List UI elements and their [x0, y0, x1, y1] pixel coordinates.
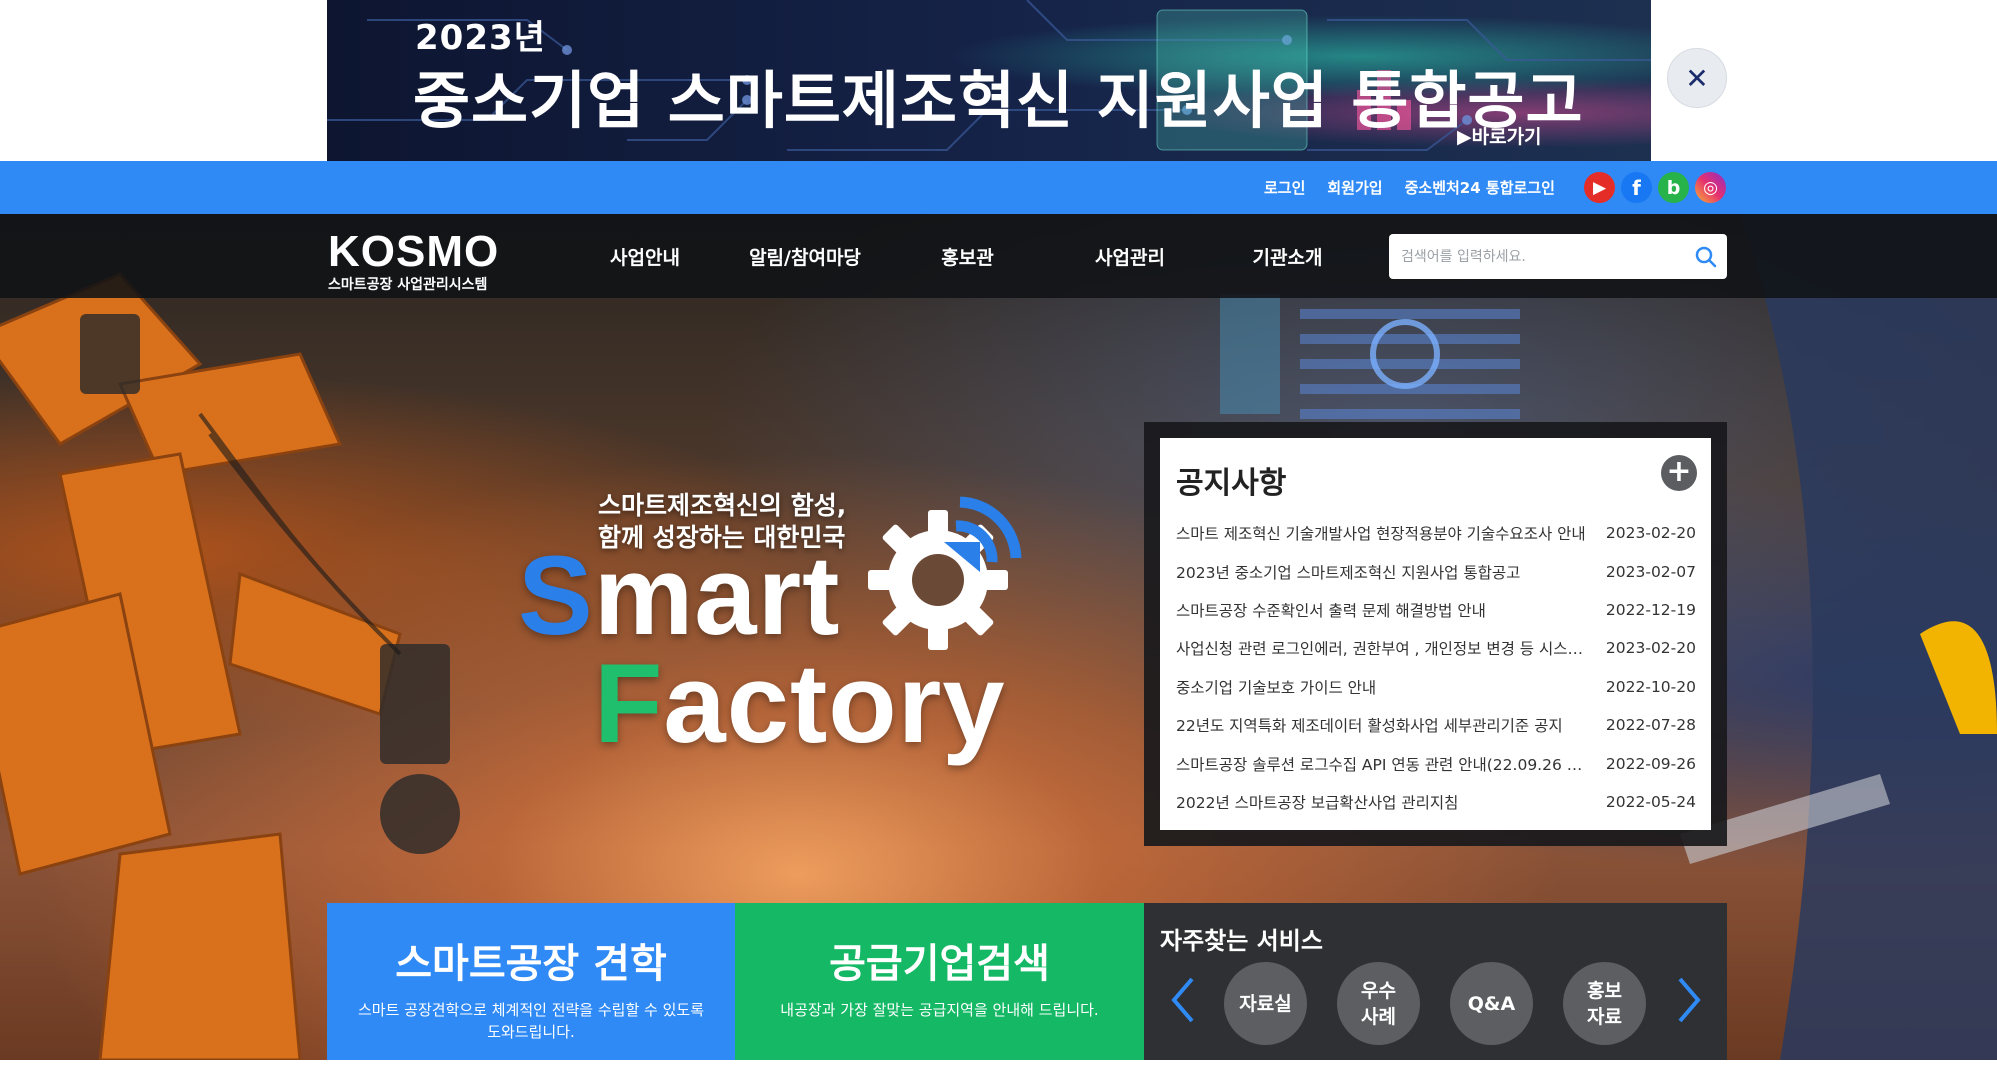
service-archive[interactable]: 자료실 [1224, 962, 1307, 1045]
notice-item-date: 2022-09-26 [1605, 754, 1696, 773]
supplier-search-title: 공급기업검색 [829, 941, 1050, 987]
factory-tour-title: 스마트공장 견학 [395, 941, 667, 987]
logo-text: KOSMO [328, 227, 500, 276]
youtube-icon[interactable]: ▶ [1584, 172, 1615, 203]
search-icon[interactable] [1693, 244, 1719, 270]
utility-links: 로그인 회원가입 중소벤처24 통합로그인 [1264, 161, 1555, 214]
search-input[interactable] [1389, 234, 1679, 279]
notice-item-title: 중소기업 기술보호 가이드 안내 [1176, 678, 1377, 697]
notice-list: 스마트 제조혁신 기술개발사업 현장적용분야 기술수요조사 안내 2023-02-… [1176, 514, 1696, 821]
global-nav: 사업안내 알림/참여마당 홍보관 사업관리 기관소개 [570, 214, 1360, 298]
notice-item-title: 2023년 중소기업 스마트제조혁신 지원사업 통합공고 [1176, 563, 1521, 582]
notice-item-date: 2023-02-20 [1605, 524, 1696, 543]
nav-business-info[interactable]: 사업안내 [570, 243, 720, 270]
notice-item[interactable]: 스마트 제조혁신 기술개발사업 현장적용분야 기술수요조사 안내 2023-02-… [1176, 514, 1696, 552]
notice-item-date: 2022-12-19 [1605, 600, 1696, 619]
service-pr-materials[interactable]: 홍보 자료 [1563, 962, 1646, 1045]
promo-title: 중소기업 스마트제조혁신 지원사업 통합공고 [413, 64, 1584, 137]
search-box [1389, 234, 1727, 279]
notice-item-date: 2023-02-20 [1605, 639, 1696, 658]
smart-wordmark: Smart [518, 540, 840, 652]
plus-icon[interactable]: + [1661, 455, 1697, 491]
facebook-icon[interactable]: f [1621, 172, 1652, 203]
gear-wifi-icon [868, 496, 1022, 650]
notice-panel: 공지사항 + 스마트 제조혁신 기술개발사업 현장적용분야 기술수요조사 안내 2… [1160, 438, 1711, 830]
close-icon[interactable]: ✕ [1667, 48, 1727, 108]
chevron-right-icon[interactable] [1672, 975, 1706, 1025]
main-navbar: KOSMO 스마트공장 사업관리시스템 사업안내 알림/참여마당 홍보관 사업관… [0, 214, 1997, 298]
frequent-services: 자주찾는 서비스 자료실 우수 사례 Q&A 홍보 자료 [1144, 903, 1727, 1060]
utility-bar: 로그인 회원가입 중소벤처24 통합로그인 ▶ f b ◎ [0, 161, 1997, 214]
nav-about[interactable]: 기관소개 [1215, 243, 1360, 270]
supplier-search-desc: 내공장과 가장 잘맞는 공급지역을 안내해 드립니다. [780, 1001, 1099, 1019]
factory-tour-card[interactable]: 스마트공장 견학 스마트 공장견학으로 체계적인 전략을 수립할 수 있도록 도… [327, 903, 735, 1060]
sns-links: ▶ f b ◎ [1584, 172, 1726, 203]
login-link[interactable]: 로그인 [1264, 177, 1305, 198]
notice-item-title: 스마트 제조혁신 기술개발사업 현장적용분야 기술수요조사 안내 [1176, 525, 1586, 544]
logo[interactable]: KOSMO 스마트공장 사업관리시스템 [328, 230, 499, 294]
notice-title: 공지사항 [1176, 466, 1287, 501]
smart-first-letter: S [518, 533, 594, 658]
smart-rest: mart [593, 533, 841, 658]
chevron-left-icon[interactable] [1166, 975, 1200, 1025]
notice-item-title: 스마트공장 수준확인서 출력 문제 해결방법 안내 [1176, 601, 1486, 620]
notice-item[interactable]: 사업신청 관련 로그인에러, 권한부여 , 개인정보 변경 등 시스템 문의 안… [1176, 629, 1696, 667]
notice-item-date: 2022-07-28 [1605, 716, 1696, 735]
integrated-login-link[interactable]: 중소벤처24 통합로그인 [1405, 177, 1555, 198]
promo-banner[interactable]: 2023년 중소기업 스마트제조혁신 지원사업 통합공고 ▶바로가기 [327, 0, 1651, 161]
factory-first-letter: F [594, 641, 664, 766]
slogan-line-1: 스마트제조혁신의 함성, [598, 491, 847, 520]
notice-item-title: 2022년 스마트공장 보급확산사업 관리지침 [1176, 793, 1459, 812]
notice-item[interactable]: 스마트공장 수준확인서 출력 문제 해결방법 안내 2022-12-19 [1176, 591, 1696, 629]
notice-item[interactable]: 2022년 스마트공장 보급확산사업 관리지침 2022-05-24 [1176, 783, 1696, 821]
notice-item-title: 스마트공장 솔루션 로그수집 API 연동 관련 안내(22.09.26 시행) [1176, 755, 1586, 774]
service-items: 자료실 우수 사례 Q&A 홍보 자료 [1224, 962, 1646, 1045]
factory-wordmark: Factory [594, 648, 1006, 760]
nav-promotion[interactable]: 홍보관 [890, 243, 1045, 270]
factory-tour-desc: 스마트 공장견학으로 체계적인 전략을 수립할 수 있도록 도와드립니다. [357, 1001, 704, 1041]
blog-icon[interactable]: b [1658, 172, 1689, 203]
notice-item[interactable]: 2023년 중소기업 스마트제조혁신 지원사업 통합공고 2023-02-07 [1176, 552, 1696, 590]
notice-item-title: 22년도 지역특화 제조데이터 활성화사업 세부관리기준 공지 [1176, 717, 1563, 736]
service-qna[interactable]: Q&A [1450, 962, 1533, 1045]
factory-rest: actory [663, 641, 1006, 766]
nav-business-management[interactable]: 사업관리 [1045, 243, 1215, 270]
notice-item[interactable]: 22년도 지역특화 제조데이터 활성화사업 세부관리기준 공지 2022-07-2… [1176, 706, 1696, 744]
supplier-search-card[interactable]: 공급기업검색 내공장과 가장 잘맞는 공급지역을 안내해 드립니다. [735, 903, 1144, 1060]
logo-subtitle: 스마트공장 사업관리시스템 [328, 277, 488, 293]
notice-item[interactable]: 스마트공장 솔루션 로그수집 API 연동 관련 안내(22.09.26 시행)… [1176, 744, 1696, 782]
instagram-icon[interactable]: ◎ [1695, 172, 1726, 203]
promo-banner-area: 2023년 중소기업 스마트제조혁신 지원사업 통합공고 ▶바로가기 ✕ [0, 0, 1997, 161]
service-best-cases[interactable]: 우수 사례 [1337, 962, 1420, 1045]
services-title: 자주찾는 서비스 [1160, 927, 1323, 955]
notice-item-date: 2023-02-07 [1605, 562, 1696, 581]
notice-item[interactable]: 중소기업 기술보호 가이드 안내 2022-10-20 [1176, 668, 1696, 706]
signup-link[interactable]: 회원가입 [1327, 177, 1382, 198]
notice-item-title: 사업신청 관련 로그인에러, 권한부여 , 개인정보 변경 등 시스템 문의 안… [1176, 640, 1586, 659]
notice-item-date: 2022-10-20 [1605, 677, 1696, 696]
promo-link[interactable]: ▶바로가기 [1457, 122, 1542, 149]
nav-notice-participation[interactable]: 알림/참여마당 [720, 243, 890, 270]
notice-item-date: 2022-05-24 [1605, 792, 1696, 811]
